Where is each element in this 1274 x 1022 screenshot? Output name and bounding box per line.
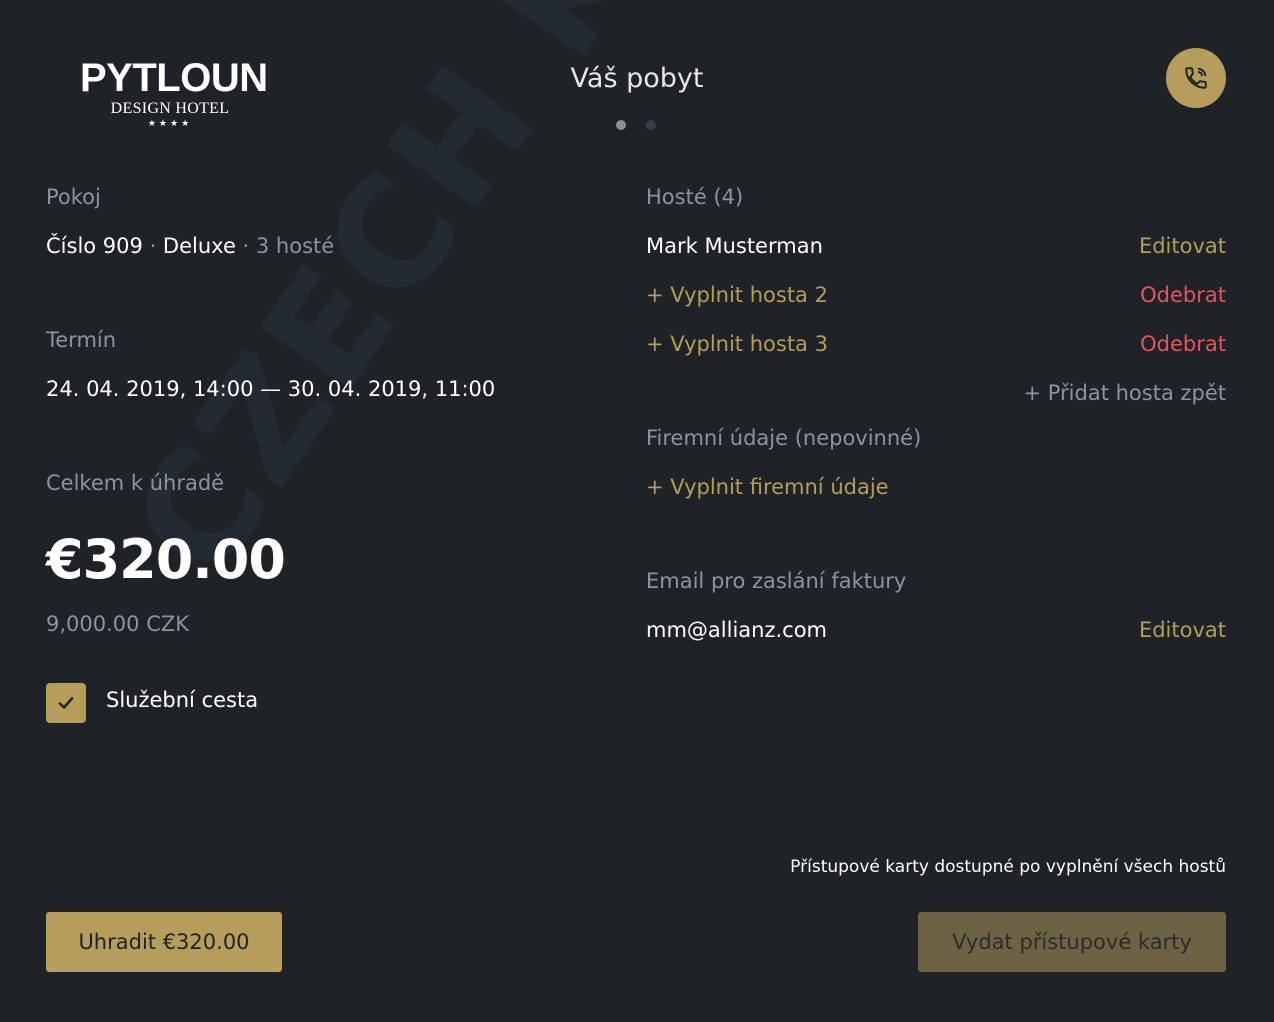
business-trip-checkbox[interactable] — [46, 683, 86, 723]
fill-company-button[interactable]: + Vyplnit firemní údaje — [646, 475, 889, 499]
checkmark-icon — [58, 697, 74, 709]
term-value: 24. 04. 2019, 14:00 — 30. 04. 2019, 11:0… — [46, 377, 496, 401]
remove-guest-3-button[interactable]: Odebrat — [1000, 332, 1226, 356]
business-trip-label[interactable]: Služební cesta — [106, 688, 258, 712]
add-guest-back-button[interactable]: + Přidat hosta zpět — [900, 381, 1226, 405]
company-label: Firemní údaje (nepovinné) — [646, 426, 922, 450]
page-indicator — [616, 120, 656, 130]
logo-brand: PYTLOUN — [80, 56, 268, 100]
page-title: Váš pobyt — [570, 63, 704, 94]
total-amount: €320.00 — [46, 528, 286, 591]
fill-guest-2-button[interactable]: + Vyplnit hosta 2 — [646, 283, 828, 307]
invoice-email-value: mm@allianz.com — [646, 618, 828, 642]
pay-button[interactable]: Uhradit €320.00 — [46, 912, 282, 972]
issue-cards-button[interactable]: Vydat přístupové karty — [918, 912, 1226, 972]
phone-icon — [1185, 67, 1207, 89]
call-button[interactable] — [1166, 48, 1226, 108]
total-czk: 9,000.00 CZK — [46, 612, 190, 636]
hotel-logo: PYTLOUN DESIGN HOTEL ★★★★ — [80, 56, 268, 130]
access-cards-note: Přístupové karty dostupné po vyplnění vš… — [790, 857, 1226, 877]
guests-label: Hosté (4) — [646, 185, 744, 209]
room-info: Číslo 909 · Deluxe · 3 hosté — [46, 234, 334, 258]
guest-name: Mark Musterman — [646, 234, 823, 258]
logo-stars: ★★★★ — [147, 119, 193, 129]
room-separator: · — [142, 234, 163, 258]
invoice-email-label: Email pro zaslání faktury — [646, 569, 907, 593]
room-guest-count: 3 hosté — [255, 234, 335, 258]
room-label: Pokoj — [46, 185, 101, 209]
total-label: Celkem k úhradě — [46, 471, 225, 495]
page-dot-1[interactable] — [616, 120, 626, 130]
edit-email-button[interactable]: Editovat — [1000, 618, 1226, 642]
page-dot-2[interactable] — [646, 120, 656, 130]
logo-subtitle: DESIGN HOTEL — [110, 100, 230, 117]
room-type: Deluxe — [162, 234, 236, 258]
remove-guest-2-button[interactable]: Odebrat — [1000, 283, 1226, 307]
room-number: Číslo 909 — [46, 234, 143, 258]
fill-guest-3-button[interactable]: + Vyplnit hosta 3 — [646, 332, 828, 356]
term-label: Termín — [46, 328, 117, 352]
room-separator: · — [235, 234, 256, 258]
edit-guest-button[interactable]: Editovat — [1000, 234, 1226, 258]
